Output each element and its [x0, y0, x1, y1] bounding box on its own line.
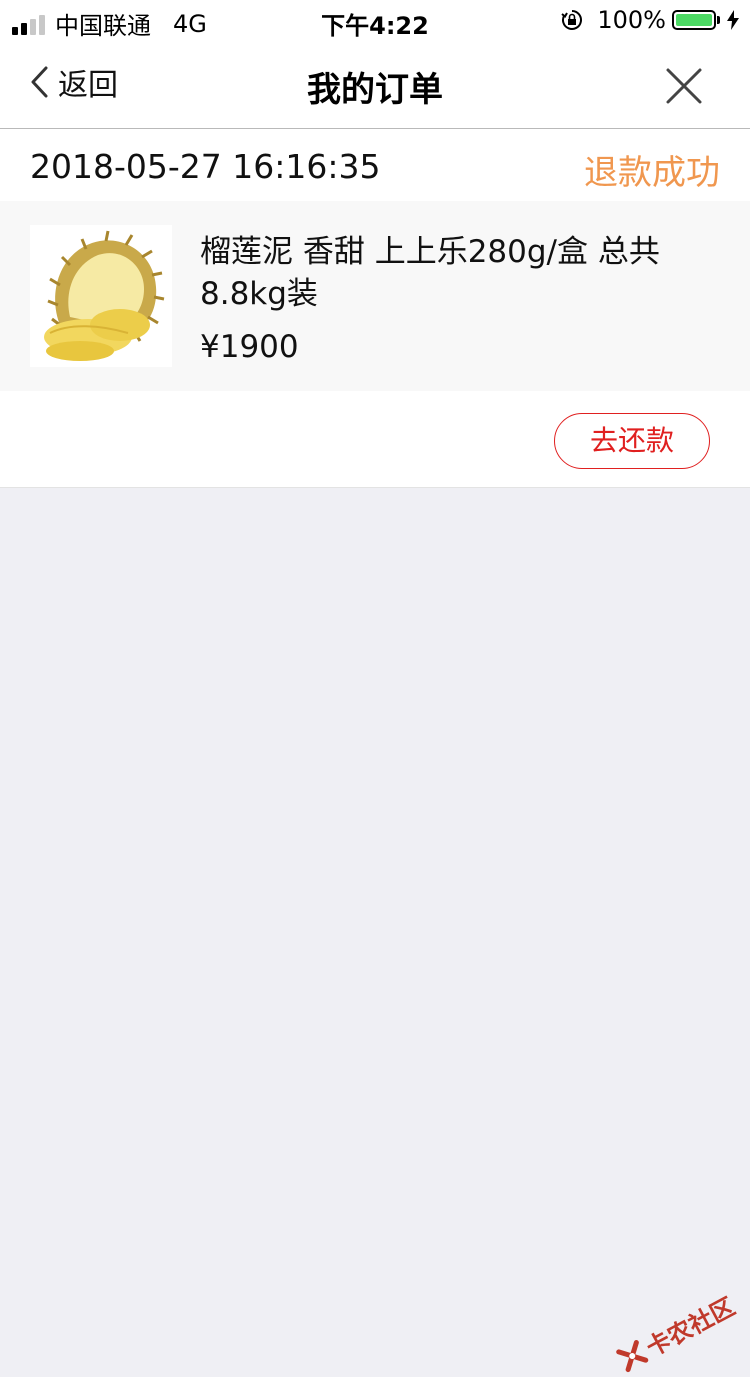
- product-price: ¥1900: [200, 329, 299, 365]
- order-actions: 去还款: [0, 391, 750, 488]
- navigation-bar: 返回 我的订单: [0, 40, 750, 129]
- order-datetime: 2018-05-27 16:16:35: [30, 147, 381, 186]
- status-bar: 中国联通 4G 下午4:22 100%: [0, 0, 750, 40]
- product-name: 榴莲泥 香甜 上上乐280g/盒 总共8.8kg装: [200, 234, 660, 312]
- order-header: 2018-05-27 16:16:35 退款成功: [0, 129, 750, 201]
- rotation-lock-icon: [561, 10, 583, 30]
- battery-percent: 100%: [597, 6, 666, 34]
- charging-bolt-icon: [727, 10, 739, 30]
- order-card[interactable]: 2018-05-27 16:16:35 退款成功 榴莲泥 香甜 上上乐280g/…: [0, 129, 750, 488]
- watermark: 卡农社区: [612, 1287, 740, 1377]
- order-status: 退款成功: [584, 153, 720, 193]
- status-right: 100%: [561, 6, 740, 34]
- durian-image: [30, 225, 172, 367]
- repay-button[interactable]: 去还款: [554, 413, 710, 469]
- close-icon[interactable]: [664, 66, 704, 106]
- page-title: 我的订单: [307, 70, 443, 110]
- battery-icon: [672, 10, 720, 30]
- order-item[interactable]: 榴莲泥 香甜 上上乐280g/盒 总共8.8kg装 ¥1900: [0, 201, 750, 391]
- watermark-text: 卡农社区: [641, 1292, 740, 1363]
